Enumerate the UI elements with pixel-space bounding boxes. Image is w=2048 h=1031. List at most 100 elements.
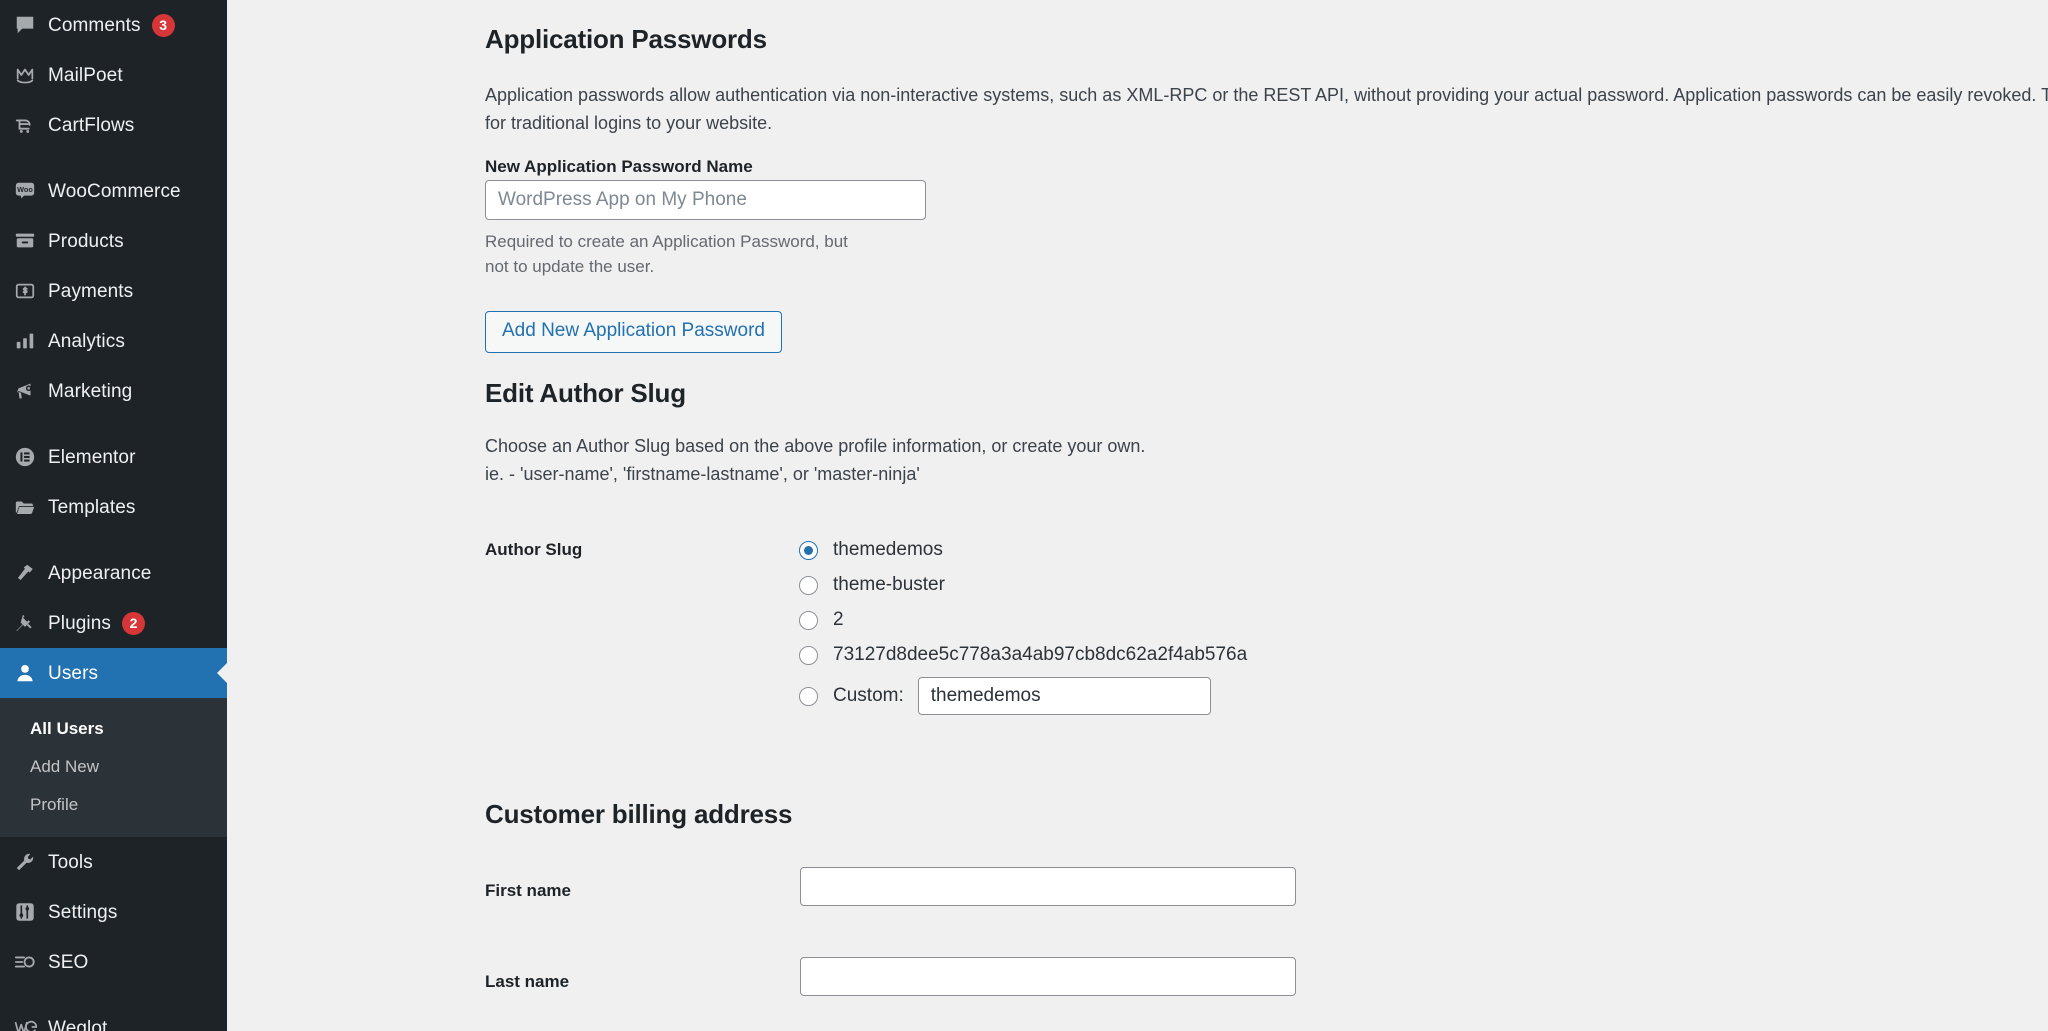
users-icon: [14, 658, 48, 688]
author-slug-option[interactable]: 73127d8dee5c778a3a4ab97cb8dc62a2f4ab576a: [799, 638, 1247, 672]
sidebar-item-products[interactable]: Products: [0, 216, 227, 266]
analytics-icon: [14, 326, 48, 356]
sidebar-item-cartflows[interactable]: CartFlows: [0, 100, 227, 150]
add-new-application-password-button[interactable]: Add New Application Password: [485, 311, 782, 353]
payments-icon: [14, 276, 48, 306]
author-slug-row-label: Author Slug: [485, 540, 583, 559]
main-content: Application Passwords Application passwo…: [227, 0, 2048, 1031]
author-slug-radio[interactable]: [799, 610, 818, 630]
author-slug-option[interactable]: themedemos: [799, 533, 1247, 567]
new-app-password-name-input[interactable]: [485, 180, 926, 220]
sidebar-separator: [0, 532, 227, 548]
sidebar-item-label: Weglot: [48, 1017, 108, 1031]
sidebar-item-appearance[interactable]: Appearance: [0, 548, 227, 598]
edit-author-slug-title: Edit Author Slug: [485, 378, 686, 408]
sidebar-item-label: Marketing: [48, 380, 133, 402]
appearance-icon: [14, 558, 48, 588]
sidebar-item-label: Appearance: [48, 562, 152, 584]
submenu-item-add-new[interactable]: Add New: [0, 748, 227, 786]
sidebar-item-weglot[interactable]: Weglot: [0, 1003, 227, 1031]
marketing-icon: [14, 376, 48, 406]
sidebar-item-label: WooCommerce: [48, 180, 181, 202]
sidebar-item-label: Elementor: [48, 446, 136, 468]
elementor-icon: [14, 442, 48, 472]
new-app-password-help-line1: Required to create an Application Passwo…: [485, 232, 848, 251]
sidebar-menu-bottom: Tools Settings SEO Weglot: [0, 837, 227, 1031]
sidebar-item-seo[interactable]: SEO: [0, 937, 227, 987]
plugins-icon: [14, 608, 48, 638]
billing-first-name-label: First name: [485, 881, 571, 900]
author-slug-option[interactable]: 2: [799, 603, 1247, 637]
billing-first-name-input[interactable]: [800, 867, 1296, 906]
mailpoet-icon: [14, 60, 48, 90]
author-slug-custom-label: Custom:: [833, 685, 904, 706]
active-menu-arrow-icon: [217, 662, 227, 684]
author-slug-option[interactable]: theme-buster: [799, 568, 1247, 602]
new-app-password-help-line2: not to update the user.: [485, 257, 655, 276]
author-slug-option-label: 2: [833, 609, 844, 630]
sidebar-item-marketing[interactable]: Marketing: [0, 366, 227, 416]
admin-sidebar: Comments 3 MailPoet CartFlows Woo WooCommerce…: [0, 0, 227, 1031]
sidebar-item-payments[interactable]: Payments: [0, 266, 227, 316]
sidebar-item-tools[interactable]: Tools: [0, 837, 227, 887]
tools-icon: [14, 847, 48, 877]
admin-screen: Comments 3 MailPoet CartFlows Woo WooCommerce…: [0, 0, 2048, 1031]
sidebar-item-users[interactable]: Users: [0, 648, 227, 698]
sidebar-item-label: SEO: [48, 951, 89, 973]
sidebar-item-label: Products: [48, 230, 124, 252]
sidebar-item-mailpoet[interactable]: MailPoet: [0, 50, 227, 100]
author-slug-custom-input[interactable]: [917, 677, 1211, 715]
author-slug-custom-option[interactable]: Custom:: [799, 673, 1247, 719]
author-slug-option-label: 73127d8dee5c778a3a4ab97cb8dc62a2f4ab576a: [833, 644, 1248, 665]
templates-icon: [14, 492, 48, 522]
author-slug-option-label: theme-buster: [833, 574, 945, 595]
sidebar-item-label: MailPoet: [48, 64, 123, 86]
sidebar-submenu-users: All Users Add New Profile: [0, 698, 227, 838]
sidebar-item-templates[interactable]: Templates: [0, 482, 227, 532]
sidebar-item-label: Comments: [48, 14, 141, 36]
users-submenu: All Users Add New Profile: [0, 698, 227, 838]
sidebar-item-elementor[interactable]: Elementor: [0, 432, 227, 482]
author-slug-radio[interactable]: [799, 540, 818, 560]
author-slug-description-line1: Choose an Author Slug based on the above…: [485, 436, 1146, 456]
author-slug-radio[interactable]: [799, 575, 818, 595]
submenu-item-all-users[interactable]: All Users: [0, 710, 227, 748]
settings-icon: [14, 897, 48, 927]
sidebar-item-comments[interactable]: Comments 3: [0, 0, 227, 50]
sidebar-item-label: Analytics: [48, 330, 125, 352]
sidebar-item-label: Plugins: [48, 612, 112, 634]
products-icon: [14, 226, 48, 256]
weglot-icon: [14, 1013, 48, 1031]
sidebar-item-plugins[interactable]: Plugins 2: [0, 598, 227, 648]
sidebar-item-badge: 3: [151, 13, 175, 37]
customer-billing-address-title: Customer billing address: [485, 799, 793, 829]
sidebar-separator: [0, 416, 227, 432]
comments-icon: [14, 10, 48, 40]
sidebar-item-label: CartFlows: [48, 114, 135, 136]
sidebar-item-label: Settings: [48, 901, 118, 923]
author-slug-custom-radio[interactable]: [799, 686, 818, 706]
sidebar-separator: [0, 150, 227, 166]
sidebar-item-woocommerce[interactable]: Woo WooCommerce: [0, 166, 227, 216]
sidebar-item-label: Users: [48, 662, 99, 684]
billing-last-name-input[interactable]: [800, 957, 1296, 996]
sidebar-separator: [0, 987, 227, 1003]
seo-icon: [14, 947, 48, 977]
sidebar-item-settings[interactable]: Settings: [0, 887, 227, 937]
woocommerce-icon: Woo: [14, 176, 48, 206]
sidebar-item-badge: 2: [122, 611, 146, 635]
svg-text:Woo: Woo: [17, 185, 33, 194]
author-slug-radio-group: themedemos theme-buster 2 73127d8dee5c778a3…: [799, 533, 1247, 720]
sidebar-menu-top: Comments 3 MailPoet CartFlows Woo WooCommerce…: [0, 0, 227, 698]
author-slug-option-label: themedemos: [833, 539, 943, 560]
cartflows-icon: [14, 110, 48, 140]
sidebar-item-label: Templates: [48, 496, 136, 518]
sidebar-item-label: Payments: [48, 280, 134, 302]
submenu-item-profile[interactable]: Profile: [0, 786, 227, 824]
author-slug-description-line2: ie. - 'user-name', 'firstname-lastname',…: [485, 464, 920, 484]
author-slug-radio[interactable]: [799, 645, 818, 665]
application-passwords-description: Application passwords allow authenticati…: [485, 85, 2048, 133]
sidebar-item-analytics[interactable]: Analytics: [0, 316, 227, 366]
new-app-password-name-label: New Application Password Name: [485, 157, 753, 176]
application-passwords-title: Application Passwords: [485, 24, 767, 54]
